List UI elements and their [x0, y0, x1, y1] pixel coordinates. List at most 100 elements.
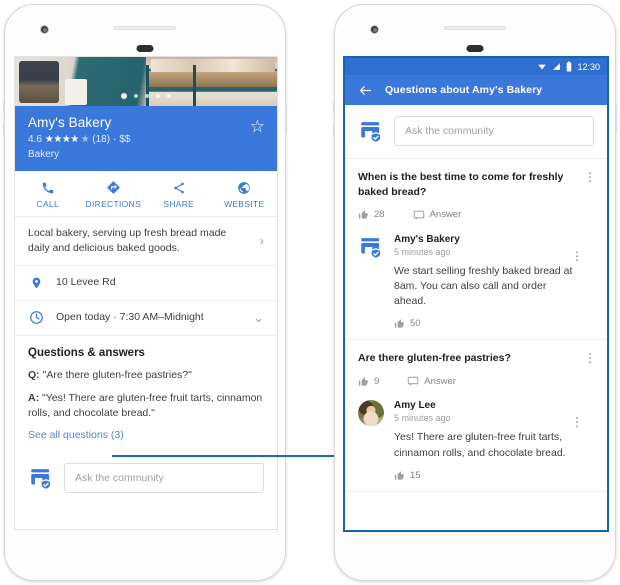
answer-action[interactable]: Answer — [407, 375, 456, 387]
photo-person — [19, 61, 59, 103]
share-icon — [146, 179, 212, 196]
directions-icon — [81, 179, 147, 196]
thumb-up-icon — [358, 377, 368, 386]
photo-bag — [65, 79, 87, 105]
ask-community-row-left: Ask the community — [15, 451, 277, 507]
question-meta-row: 9 Answer — [358, 375, 594, 387]
qa-question: Q: "Are there gluten-free pastries?" — [28, 368, 264, 383]
thumb-up-icon — [358, 210, 368, 219]
call-button[interactable]: CALL — [15, 179, 81, 209]
save-star-icon[interactable]: ☆ — [250, 118, 265, 135]
avatar — [358, 400, 384, 427]
photo-post-2 — [193, 65, 196, 106]
business-header: Amy's Bakery 4.6 ★★★★ ★ (18) · $$ Bakery … — [15, 106, 277, 171]
back-arrow-icon[interactable] — [358, 83, 373, 98]
carousel-dots[interactable] — [121, 93, 171, 99]
more-vert-icon[interactable]: ⋮ — [584, 171, 596, 183]
volume-down-button[interactable] — [333, 123, 335, 136]
question-text: When is the best time to come for freshl… — [358, 171, 564, 198]
answer-like-group[interactable]: 50 — [394, 318, 578, 329]
answer-text: Yes! There are gluten-free fruit tarts, … — [394, 431, 566, 459]
carousel-dot-2[interactable] — [134, 94, 138, 98]
carousel-dot-4[interactable] — [156, 94, 160, 98]
globe-icon — [212, 179, 278, 196]
volume-up-button[interactable] — [3, 101, 5, 114]
left-phone-screen: Amy's Bakery 4.6 ★★★★ ★ (18) · $$ Bakery … — [14, 56, 278, 530]
comment-icon — [408, 377, 419, 386]
chevron-right-icon: › — [259, 233, 264, 249]
business-name: Amy's Bakery — [28, 115, 112, 130]
screenshot-stage: Amy's Bakery 4.6 ★★★★ ★ (18) · $$ Bakery … — [0, 0, 620, 585]
answer-label: Answer — [424, 375, 456, 387]
volume-down-button[interactable] — [3, 123, 5, 136]
answer-text: We start selling freshly baked bread at … — [394, 264, 573, 308]
bakery-photo-carousel[interactable] — [15, 57, 277, 106]
place-pin-icon — [28, 275, 45, 291]
ask-community-input-right[interactable]: Ask the community — [394, 116, 594, 146]
proximity-sensor — [466, 45, 484, 52]
qa-answer-prefix: A: — [28, 392, 40, 405]
qa-question-prefix: Q: — [28, 368, 40, 381]
business-category: Bakery — [28, 149, 60, 160]
comment-icon — [413, 210, 424, 220]
verified-store-icon — [28, 465, 54, 491]
business-description-text: Local bakery, serving up fresh bread mad… — [28, 227, 227, 254]
left-phone-device: Amy's Bakery 4.6 ★★★★ ★ (18) · $$ Bakery … — [3, 4, 287, 581]
signal-icon — [552, 62, 561, 71]
status-bar-time: 12:30 — [577, 61, 600, 72]
price-level: $$ — [119, 134, 131, 145]
wifi-icon — [537, 62, 547, 71]
hours-text: Open today · 7:30 AM–Midnight — [56, 311, 204, 324]
website-button[interactable]: WEBSITE — [212, 179, 278, 209]
like-count-group[interactable]: 9 — [358, 376, 379, 387]
share-button-label: SHARE — [163, 199, 195, 209]
chevron-down-icon[interactable]: ⌄ — [253, 310, 264, 326]
answer-action[interactable]: Answer — [413, 209, 462, 221]
photo-counter — [146, 71, 277, 87]
carousel-dot-5[interactable] — [167, 94, 171, 98]
like-count-group[interactable]: 28 — [358, 209, 385, 220]
question-text: Are there gluten-free pastries? — [358, 352, 511, 365]
more-vert-icon[interactable]: ⋮ — [571, 250, 583, 262]
business-rating: 4.6 ★★★★ ★ (18) · $$ — [28, 134, 264, 145]
share-button[interactable]: SHARE — [146, 179, 212, 209]
power-button[interactable] — [615, 105, 617, 133]
question-meta-row: 28 Answer — [358, 209, 594, 221]
answer-timestamp: 5 minutes ago — [394, 413, 451, 424]
business-description-row[interactable]: Local bakery, serving up fresh bread mad… — [15, 217, 277, 266]
carousel-dot-1[interactable] — [121, 93, 127, 99]
ask-community-row-right: Ask the community — [345, 105, 607, 159]
earpiece-speaker — [114, 26, 176, 30]
answer-block: ⋮ Amy's Bakery 5 minutes ago We start se… — [358, 234, 594, 329]
carousel-dot-3[interactable] — [145, 94, 149, 98]
qa-answer-text: "Yes! There are gluten-free fruit tarts,… — [28, 392, 263, 420]
directions-button-label: DIRECTIONS — [85, 199, 141, 209]
app-bar: Questions about Amy's Bakery — [345, 75, 607, 105]
right-phone-device: 12:30 Questions about Amy's Bakery Ask t… — [333, 4, 617, 581]
app-bar-title: Questions about Amy's Bakery — [385, 84, 543, 96]
answer-like-count: 50 — [410, 318, 421, 330]
verified-store-icon — [358, 234, 384, 260]
hours-row[interactable]: Open today · 7:30 AM–Midnight ⌄ — [15, 301, 277, 336]
more-vert-icon[interactable]: ⋮ — [571, 416, 583, 428]
answer-timestamp: 5 minutes ago — [394, 246, 451, 257]
review-count: (18) — [92, 134, 111, 145]
battery-icon — [566, 61, 572, 72]
answer-like-group[interactable]: 15 — [394, 470, 578, 481]
address-row[interactable]: 10 Levee Rd — [15, 266, 277, 301]
more-vert-icon[interactable]: ⋮ — [584, 352, 596, 364]
qa-question-text: "Are there gluten-free pastries?" — [42, 368, 192, 381]
directions-button[interactable]: DIRECTIONS — [81, 179, 147, 209]
power-button[interactable] — [285, 105, 287, 133]
answer-label: Answer — [429, 209, 462, 221]
ask-community-input-left[interactable]: Ask the community — [64, 463, 264, 494]
call-button-label: CALL — [36, 199, 59, 209]
address-text: 10 Levee Rd — [56, 276, 116, 289]
answer-author: Amy Lee — [394, 400, 436, 412]
answer-like-count: 15 — [410, 469, 421, 481]
see-all-questions-link[interactable]: See all questions (3) — [28, 429, 264, 441]
volume-up-button[interactable] — [333, 101, 335, 114]
qa-answer: A: "Yes! There are gluten-free fruit tar… — [28, 391, 264, 421]
phone-icon — [15, 179, 81, 196]
action-button-row: CALL DIRECTIONS SHARE WEBSITE — [15, 171, 277, 217]
